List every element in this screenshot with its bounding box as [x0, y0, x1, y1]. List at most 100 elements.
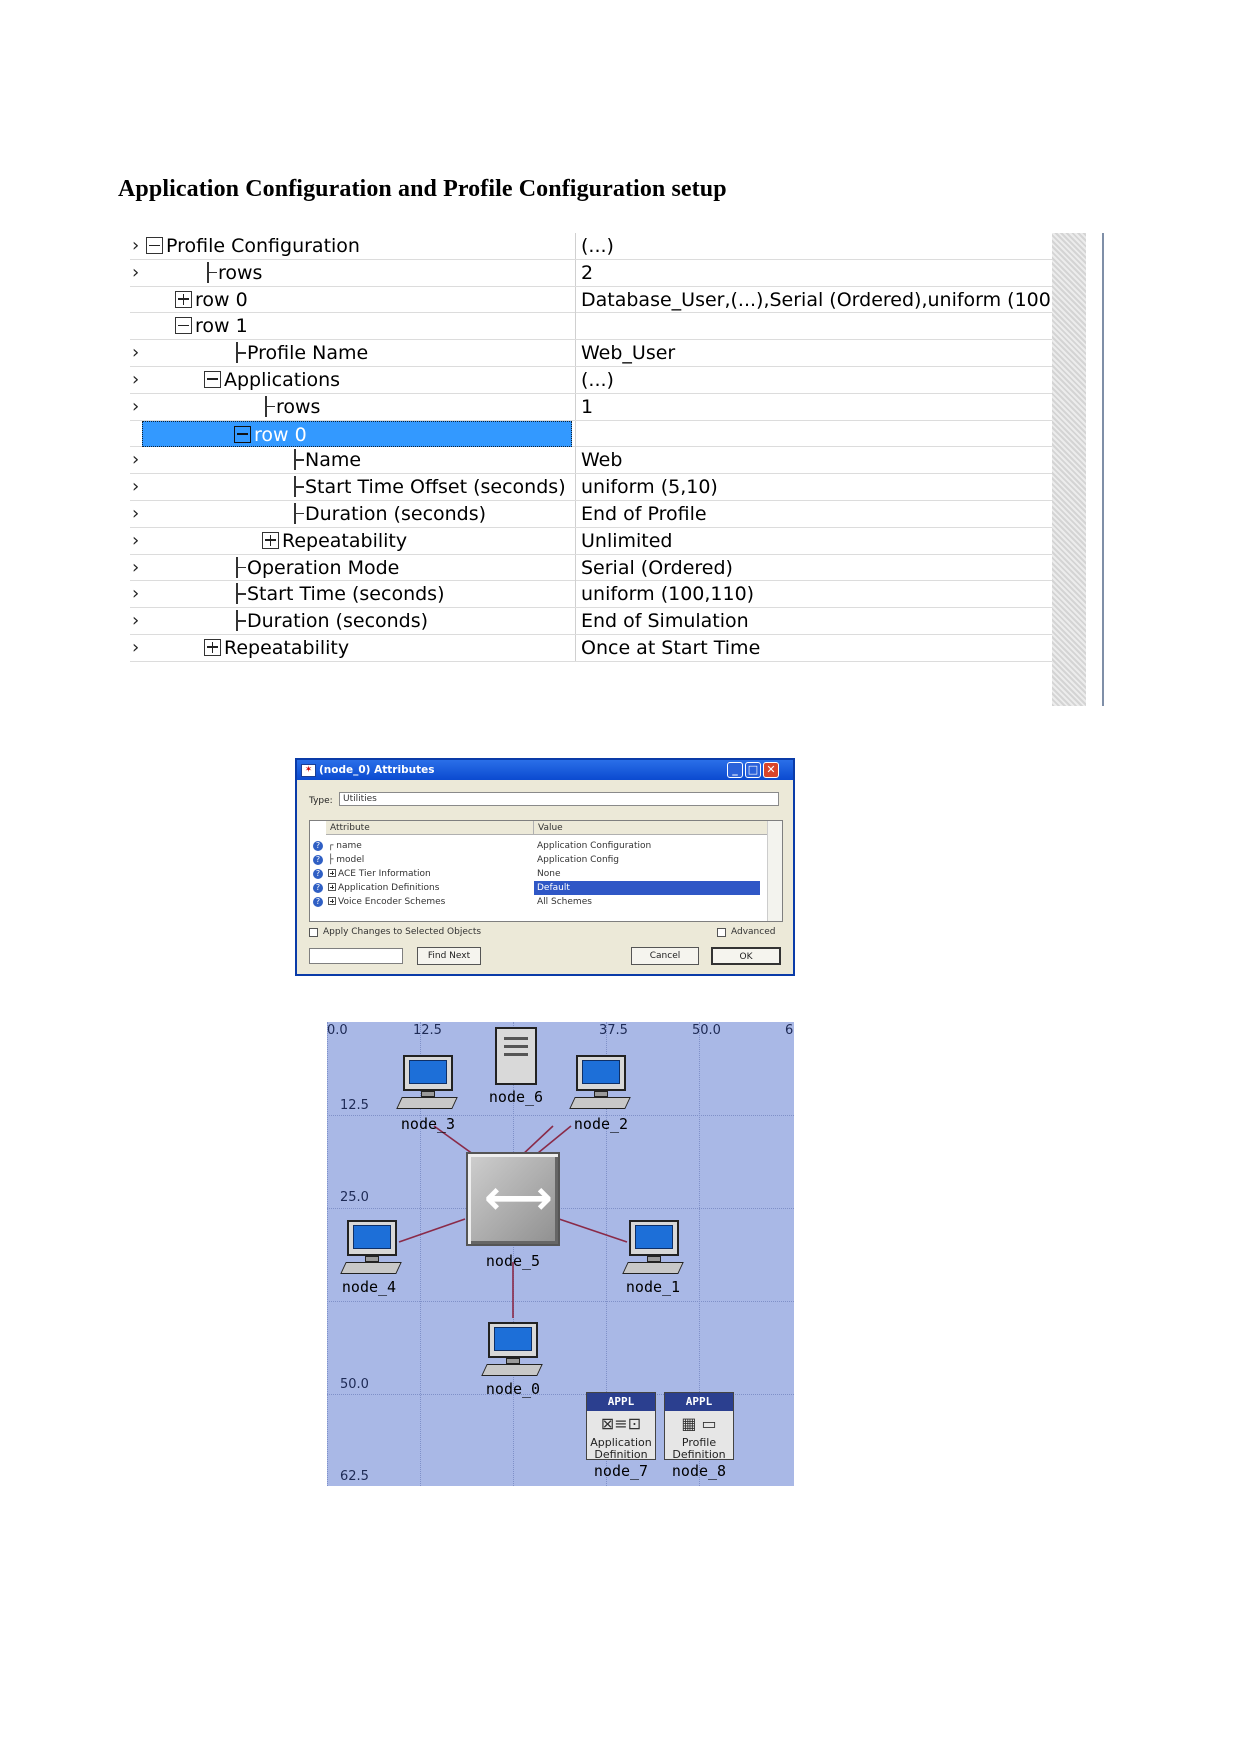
attribute-row[interactable]: ? Voice Encoder Schemes All Schemes — [310, 895, 768, 909]
application-definition-icon[interactable]: APPL ⊠≡⊡ Application Definition — [586, 1392, 656, 1461]
workstation-icon[interactable] — [340, 1220, 402, 1278]
value-cell[interactable]: uniform (100,110) — [575, 581, 1056, 608]
attribute-cell[interactable]: Repeatability — [142, 528, 572, 554]
dialog-title: (node_0) Attributes — [319, 764, 435, 776]
expand-icon[interactable] — [262, 531, 279, 549]
tree-row[interactable]: row 0 Database_User,(...),Serial (Ordered… — [130, 286, 1056, 314]
type-field[interactable]: Utilities — [339, 792, 779, 806]
attribute-value[interactable]: Application Config — [534, 853, 760, 867]
attribute-cell[interactable]: Start Time (seconds) — [142, 581, 572, 607]
attribute-label: Start Time Offset (seconds) — [305, 476, 566, 499]
tree-scrollbar[interactable] — [1052, 233, 1086, 706]
attribute-cell[interactable]: Repeatability — [142, 635, 572, 661]
column-header-attribute[interactable]: Attribute — [326, 821, 534, 835]
advanced-checkbox[interactable] — [717, 928, 726, 937]
attribute-value[interactable]: All Schemes — [534, 895, 760, 909]
attribute-row[interactable]: ? ACE Tier Information None — [310, 867, 768, 881]
tree-row[interactable]: › rows 1 — [130, 393, 1052, 421]
tree-row[interactable]: › Profile Configuration (...) — [130, 233, 1052, 260]
dialog-titlebar[interactable]: ✶ (node_0) Attributes _ □ ✕ — [297, 760, 793, 780]
attribute-cell[interactable]: rows — [142, 394, 572, 420]
attribute-value[interactable]: Application Configuration — [534, 839, 760, 853]
attribute-cell[interactable]: Name — [142, 447, 572, 473]
value-cell[interactable] — [575, 313, 1056, 340]
attribute-cell[interactable]: Duration (seconds) — [142, 608, 572, 634]
tree-row[interactable]: › Duration (seconds) End of Simulation — [130, 608, 1052, 635]
attribute-cell[interactable]: row 0 — [142, 287, 572, 313]
tree-row[interactable]: › Start Time Offset (seconds) uniform (5,1… — [130, 474, 1052, 501]
value-cell[interactable]: Database_User,(...),Serial (Ordered),uni… — [575, 286, 1056, 313]
switch-icon[interactable]: ⟷ — [466, 1152, 560, 1246]
workstation-icon[interactable] — [481, 1322, 543, 1380]
attribute-value[interactable]: Default — [534, 881, 760, 895]
find-next-button[interactable]: Find Next — [417, 947, 481, 965]
collapse-icon[interactable] — [204, 370, 221, 388]
tree-row[interactable]: › Repeatability Once at Start Time — [130, 634, 1052, 662]
attribute-row[interactable]: ? ├ model Application Config — [310, 853, 768, 867]
help-icon[interactable]: ? — [313, 855, 323, 865]
attribute-cell[interactable]: Applications — [142, 367, 572, 393]
attribute-cell[interactable]: row 1 — [142, 313, 572, 339]
attribute-cell[interactable]: Profile Configuration — [142, 233, 572, 259]
ok-button[interactable]: OK — [711, 947, 781, 965]
minimize-button[interactable]: _ — [727, 762, 743, 778]
collapse-icon[interactable] — [175, 317, 192, 335]
value-cell[interactable]: 1 — [575, 393, 1056, 420]
maximize-button[interactable]: □ — [745, 762, 761, 778]
collapse-icon[interactable] — [234, 425, 251, 443]
attribute-cell[interactable]: Profile Name — [142, 340, 572, 366]
value-cell[interactable]: Web — [575, 447, 1056, 474]
expand-icon[interactable] — [328, 897, 336, 905]
workstation-icon[interactable] — [569, 1055, 631, 1113]
workstation-icon[interactable] — [396, 1055, 458, 1113]
help-icon[interactable]: ? — [313, 841, 323, 851]
value-cell[interactable]: Serial (Ordered) — [575, 554, 1056, 581]
expand-icon[interactable] — [175, 290, 192, 308]
tree-row[interactable]: › rows 2 — [130, 259, 1052, 287]
value-cell[interactable]: 2 — [575, 259, 1056, 286]
help-icon[interactable]: ? — [313, 883, 323, 893]
tree-row[interactable]: › Duration (seconds) End of Profile — [130, 500, 1052, 528]
column-header-value[interactable]: Value — [534, 821, 768, 835]
server-icon[interactable] — [495, 1027, 537, 1085]
value-cell[interactable]: Unlimited — [575, 527, 1056, 554]
value-cell[interactable]: End of Profile — [575, 500, 1056, 527]
tree-row[interactable]: › Name Web — [130, 447, 1052, 475]
tree-row[interactable]: row 0 — [130, 420, 1052, 448]
attribute-name-cell: ├ model — [328, 853, 364, 867]
help-icon[interactable]: ? — [313, 869, 323, 879]
value-cell[interactable]: Web_User — [575, 340, 1056, 367]
expand-icon[interactable] — [328, 869, 336, 877]
help-icon[interactable]: ? — [313, 897, 323, 907]
value-cell[interactable]: End of Simulation — [575, 608, 1056, 635]
tree-row[interactable]: › Start Time (seconds) uniform (100,110) — [130, 581, 1052, 609]
attribute-row[interactable]: ? Application Definitions Default — [310, 881, 768, 895]
value-cell[interactable] — [575, 420, 1056, 447]
cancel-button[interactable]: Cancel — [631, 947, 699, 965]
attribute-value[interactable]: None — [534, 867, 760, 881]
value-cell[interactable]: (...) — [575, 366, 1056, 393]
profile-definition-icon[interactable]: APPL ▦ ▭ Profile Definition — [664, 1392, 734, 1461]
apply-changes-checkbox[interactable] — [309, 928, 318, 937]
expand-icon[interactable] — [328, 883, 336, 891]
tree-row[interactable]: › Profile Name Web_User — [130, 340, 1052, 367]
workstation-icon[interactable] — [622, 1220, 684, 1278]
attribute-table-scrollbar[interactable] — [767, 821, 782, 921]
close-button[interactable]: ✕ — [763, 762, 779, 778]
attribute-cell[interactable]: Start Time Offset (seconds) — [142, 474, 572, 500]
attribute-cell[interactable]: rows — [142, 260, 572, 286]
tree-row[interactable]: row 1 — [130, 313, 1052, 341]
value-cell[interactable]: uniform (5,10) — [575, 474, 1056, 501]
tree-row[interactable]: › Applications (...) — [130, 366, 1052, 394]
find-field[interactable] — [309, 948, 403, 964]
attribute-cell[interactable]: Duration (seconds) — [142, 501, 572, 527]
expand-icon[interactable] — [204, 638, 221, 656]
collapse-icon[interactable] — [146, 237, 163, 254]
attribute-cell[interactable]: row 0 — [142, 420, 572, 447]
value-cell[interactable]: Once at Start Time — [575, 634, 1056, 661]
value-cell[interactable]: (...) — [575, 233, 1056, 259]
attribute-row[interactable]: ? ┌ name Application Configuration — [310, 839, 768, 853]
tree-row[interactable]: › Operation Mode Serial (Ordered) — [130, 554, 1052, 582]
attribute-cell[interactable]: Operation Mode — [142, 555, 572, 581]
tree-row[interactable]: › Repeatability Unlimited — [130, 527, 1052, 555]
